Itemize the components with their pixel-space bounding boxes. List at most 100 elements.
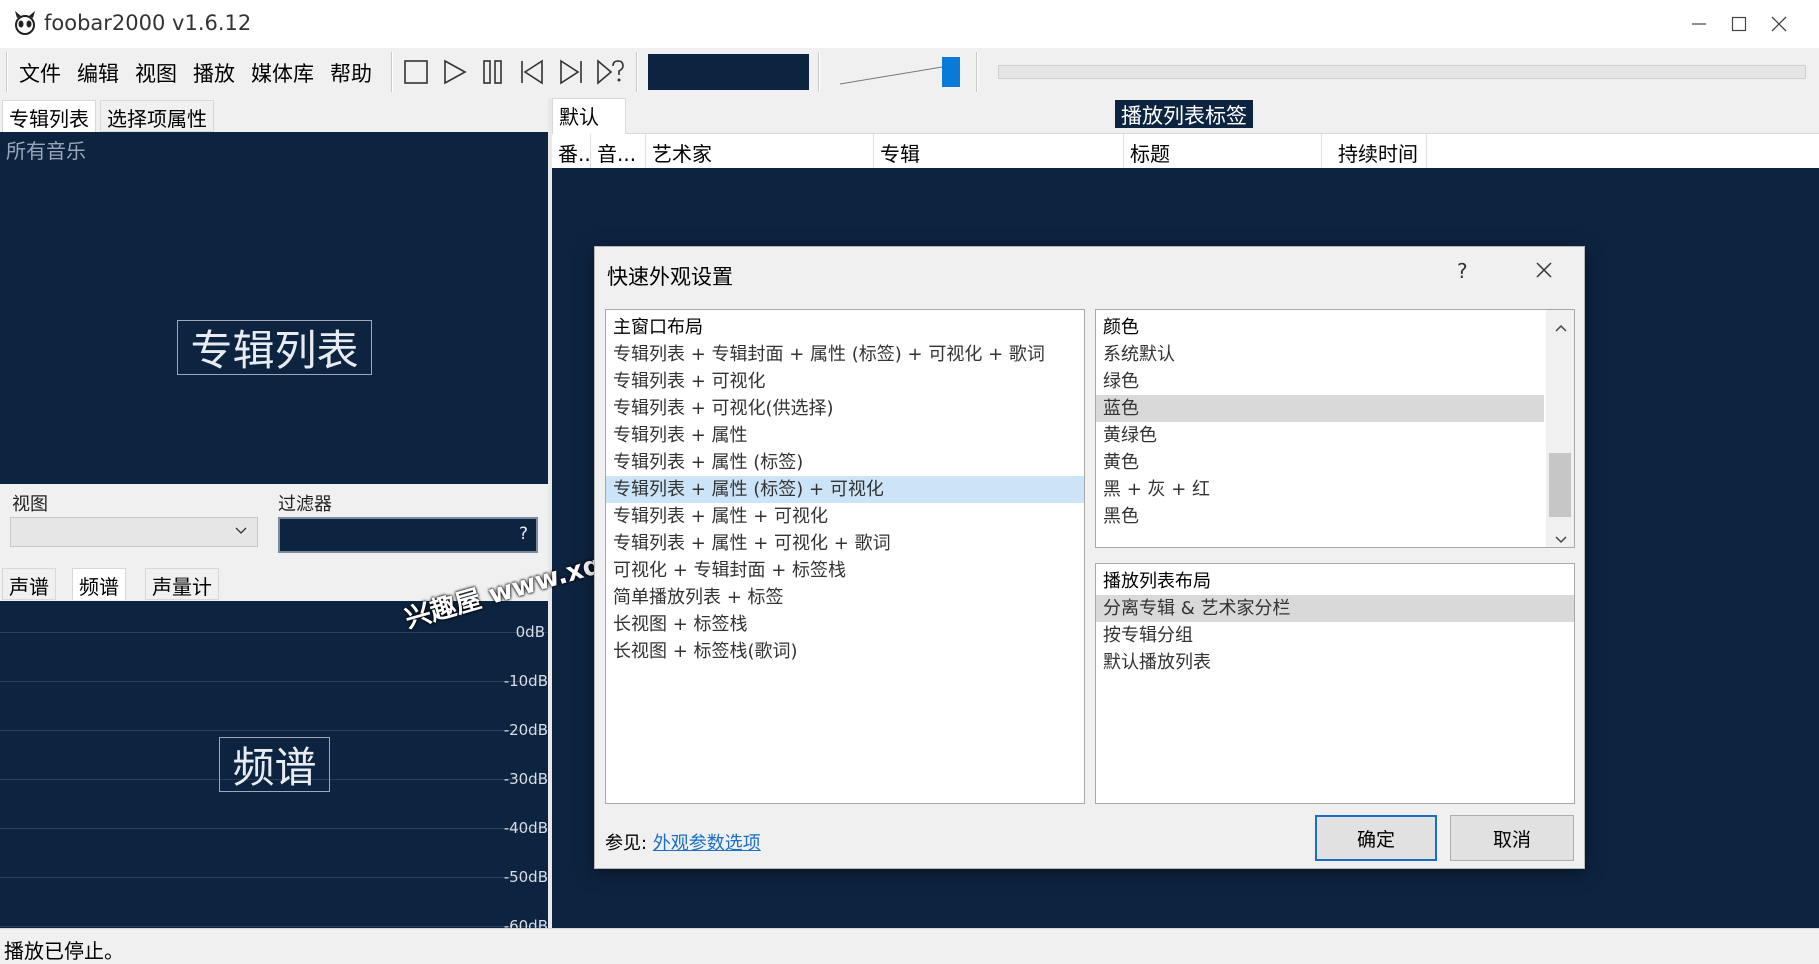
menu-playback[interactable]: 播放	[193, 58, 235, 88]
status-text: 播放已停止。	[4, 939, 124, 963]
random-button[interactable]	[593, 56, 627, 88]
db-gridline	[0, 681, 548, 682]
next-button[interactable]	[554, 56, 588, 88]
list-item[interactable]: 专辑列表 + 属性 + 可视化	[606, 503, 1084, 530]
play-icon	[444, 59, 467, 85]
list-item: 播放列表布局	[1103, 571, 1211, 592]
column-header-filler	[1427, 134, 1819, 168]
toolbar-separator	[818, 52, 820, 92]
ok-button[interactable]: 确定	[1315, 815, 1437, 861]
db-label-50: -50dB	[503, 868, 548, 886]
db-gridline	[0, 632, 548, 633]
scrollbar-thumb[interactable]	[1549, 453, 1571, 517]
playlist-tab-label: 播放列表标签	[1115, 100, 1253, 128]
db-label-0: 0dB	[515, 623, 545, 641]
spectrum-panel: 0dB -10dB -20dB -30dB -40dB -50dB -60dB …	[0, 601, 548, 928]
list-item[interactable]: 黄色	[1096, 449, 1544, 476]
previous-icon	[521, 59, 543, 85]
tab-spectrum[interactable]: 频谱	[72, 568, 126, 600]
dialog-title: 快速外观设置	[607, 265, 733, 289]
list-item[interactable]: 黑 + 灰 + 红	[1096, 476, 1544, 503]
album-list-root-item[interactable]: 所有音乐	[6, 135, 86, 164]
appearance-preferences-link[interactable]: 外观参数选项	[653, 833, 761, 854]
see-also-label: 参见:	[605, 833, 648, 854]
list-item: 主窗口布局	[613, 317, 703, 338]
list-item[interactable]: 长视图 + 标签栈(歌词)	[606, 638, 1084, 665]
column-header-duration[interactable]: 持续时间	[1322, 134, 1427, 168]
column-header-track[interactable]: 番..	[552, 134, 591, 168]
color-list[interactable]: 颜色 系统默认 绿色 蓝色 黄绿色 黄色 黑 + 灰 + 红 黑色	[1095, 309, 1575, 548]
list-item[interactable]: 专辑列表 + 属性	[606, 422, 1084, 449]
menu-edit[interactable]: 编辑	[77, 58, 119, 88]
list-item[interactable]: 专辑列表 + 可视化(供选择)	[606, 395, 1084, 422]
filter-input[interactable]: ?	[278, 517, 538, 553]
volume-slider[interactable]	[838, 54, 968, 92]
list-item[interactable]: 专辑列表 + 属性 (标签)	[606, 449, 1084, 476]
view-dropdown[interactable]	[10, 517, 258, 547]
toolbar-separator	[636, 52, 638, 92]
db-gridline	[0, 730, 548, 731]
tab-default-playlist[interactable]: 默认	[552, 98, 626, 134]
column-header-album[interactable]: 专辑	[874, 134, 1124, 168]
list-item[interactable]: 黑色	[1096, 503, 1544, 530]
db-gridline	[0, 828, 548, 829]
previous-button[interactable]	[515, 56, 549, 88]
tab-selection-properties[interactable]: 选择项属性	[100, 100, 214, 132]
list-item[interactable]: 绿色	[1096, 368, 1544, 395]
filter-help-icon[interactable]: ?	[519, 524, 528, 544]
album-list-panel[interactable]	[0, 132, 548, 484]
db-label-60: -60dB	[503, 917, 548, 928]
seek-bar[interactable]	[998, 65, 1806, 79]
list-item[interactable]: 可视化 + 专辑封面 + 标签栈	[606, 557, 1084, 584]
menu-help[interactable]: 帮助	[330, 58, 372, 88]
column-header-title[interactable]: 标题	[1124, 134, 1322, 168]
pause-button[interactable]	[476, 56, 510, 88]
scroll-down-icon[interactable]	[1554, 530, 1568, 547]
column-header-artist[interactable]: 艺术家	[646, 134, 874, 168]
list-item[interactable]: 简单播放列表 + 标签	[606, 584, 1084, 611]
layout-list[interactable]: 主窗口布局 专辑列表 + 专辑封面 + 属性 (标签) + 可视化 + 歌词 专…	[605, 309, 1085, 804]
close-icon	[1771, 16, 1787, 32]
list-item[interactable]: 系统默认	[1096, 341, 1544, 368]
dialog-help-button[interactable]: ?	[1457, 259, 1468, 283]
list-item[interactable]: 黄绿色	[1096, 422, 1544, 449]
menu-view[interactable]: 视图	[135, 58, 177, 88]
list-item[interactable]: 长视图 + 标签栈	[606, 611, 1084, 638]
stop-button[interactable]	[399, 56, 433, 88]
list-item[interactable]: 专辑列表 + 专辑封面 + 属性 (标签) + 可视化 + 歌词	[606, 341, 1084, 368]
column-header-audio[interactable]: 音...	[591, 134, 646, 168]
menu-library[interactable]: 媒体库	[251, 58, 314, 88]
next-icon	[560, 59, 582, 85]
foobar-logo-icon	[15, 11, 35, 35]
dialog-close-button[interactable]	[1535, 261, 1553, 283]
list-item-selected[interactable]: 分离专辑 & 艺术家分栏	[1096, 595, 1574, 622]
title-bar	[0, 0, 1819, 48]
volume-slider-thumb[interactable]	[942, 57, 960, 87]
tab-peak-meter[interactable]: 声量计	[145, 568, 219, 600]
playlist-layout-list[interactable]: 播放列表布局 分离专辑 & 艺术家分栏 按专辑分组 默认播放列表	[1095, 563, 1575, 804]
stop-icon	[404, 60, 428, 84]
db-gridline	[0, 926, 548, 927]
tab-album-list[interactable]: 专辑列表	[2, 100, 96, 132]
list-item-selected[interactable]: 蓝色	[1096, 395, 1544, 422]
toolbar-grip	[6, 52, 8, 92]
menu-file[interactable]: 文件	[19, 58, 61, 88]
list-item-selected[interactable]: 专辑列表 + 属性 (标签) + 可视化	[606, 476, 1084, 503]
chevron-down-icon	[233, 522, 249, 542]
play-button[interactable]	[437, 56, 471, 88]
quick-appearance-dialog: 快速外观设置 ? 主窗口布局 专辑列表 + 专辑封面 + 属性 (标签) + 可…	[594, 246, 1585, 869]
list-item[interactable]: 按专辑分组	[1096, 622, 1574, 649]
close-icon	[1536, 262, 1552, 278]
db-label-10: -10dB	[503, 672, 548, 690]
filter-label: 过滤器	[278, 494, 332, 515]
list-item[interactable]: 专辑列表 + 可视化	[606, 368, 1084, 395]
see-also: 参见: 外观参数选项	[605, 829, 761, 855]
cancel-button[interactable]: 取消	[1450, 815, 1574, 861]
list-item[interactable]: 专辑列表 + 属性 + 可视化 + 歌词	[606, 530, 1084, 557]
tab-spectrogram[interactable]: 声谱	[2, 568, 56, 600]
spectrum-placeholder: 频谱	[219, 737, 330, 792]
color-list-scrollbar[interactable]	[1546, 310, 1574, 547]
scroll-up-icon[interactable]	[1554, 318, 1568, 337]
close-window-button[interactable]	[1739, 0, 1819, 48]
list-item[interactable]: 默认播放列表	[1096, 649, 1574, 676]
